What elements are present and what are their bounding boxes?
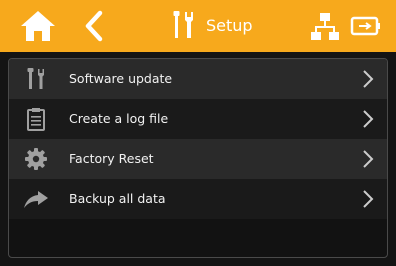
setup-screen: Setup Software update Create a log file …: [0, 0, 396, 266]
tools-icon: [170, 8, 196, 44]
share-arrow-icon: [23, 187, 49, 211]
home-icon[interactable]: [18, 8, 58, 44]
chevron-right-icon: [363, 190, 374, 208]
back-chevron-icon[interactable]: [80, 10, 108, 42]
menu-item-software-update[interactable]: Software update: [9, 59, 387, 99]
menu-item-label: Backup all data: [69, 191, 166, 206]
menu-item-backup-all-data[interactable]: Backup all data: [9, 179, 387, 219]
chevron-right-icon: [363, 110, 374, 128]
chevron-right-icon: [363, 150, 374, 168]
menu-item-label: Create a log file: [69, 111, 169, 126]
battery-charging-icon: [350, 15, 382, 37]
settings-menu: Software update Create a log file Factor…: [8, 58, 388, 258]
tools-icon: [23, 67, 49, 91]
header-bar: Setup: [0, 0, 396, 52]
menu-item-label: Factory Reset: [69, 151, 154, 166]
menu-item-create-log-file[interactable]: Create a log file: [9, 99, 387, 139]
chevron-right-icon: [363, 70, 374, 88]
menu-item-factory-reset[interactable]: Factory Reset: [9, 139, 387, 179]
clipboard-icon: [23, 107, 49, 131]
gear-icon: [23, 147, 49, 171]
network-icon: [310, 10, 340, 42]
page-title: Setup: [206, 16, 253, 35]
menu-item-label: Software update: [69, 71, 173, 86]
